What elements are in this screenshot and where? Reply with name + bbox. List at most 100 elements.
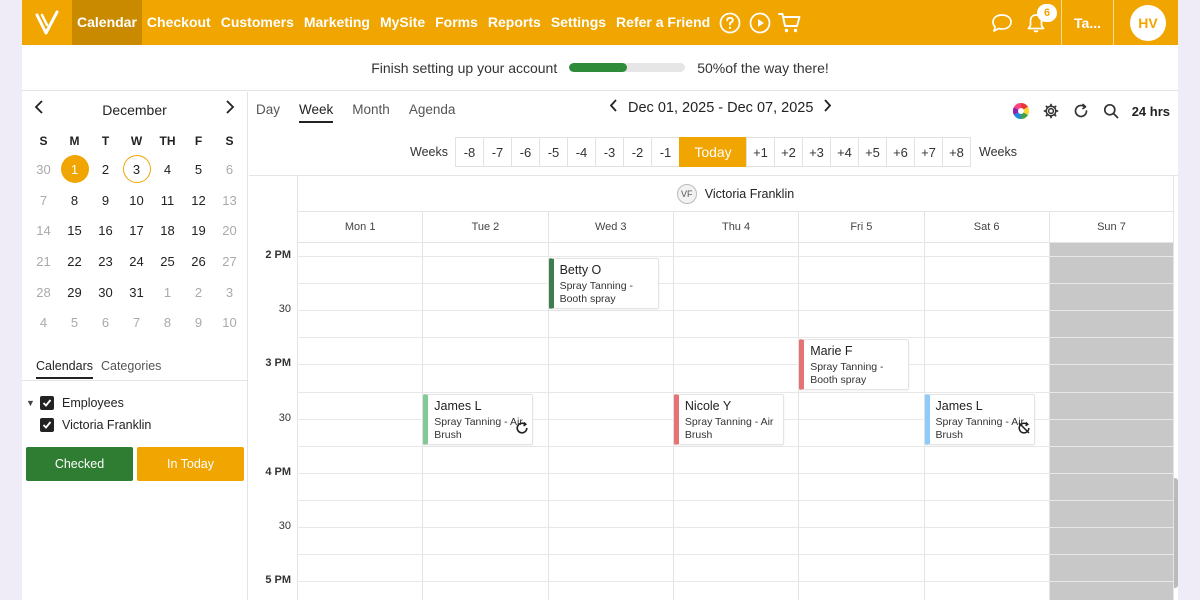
mini-calendar-day[interactable]: 30 [28, 154, 59, 185]
day-header[interactable]: Sun 7 [1048, 212, 1175, 243]
prev-month-button[interactable] [34, 100, 44, 119]
mini-calendar-day[interactable]: 9 [183, 307, 214, 338]
mini-calendar-day[interactable]: 7 [121, 307, 152, 338]
notifications-button[interactable]: 6 [1019, 0, 1058, 45]
mini-calendar-day[interactable]: 24 [121, 246, 152, 277]
mini-calendar-day[interactable]: 5 [183, 154, 214, 185]
week-jump-forward-button[interactable]: +6 [886, 137, 915, 167]
week-jump-back-button[interactable]: -5 [539, 137, 568, 167]
nav-item-forms[interactable]: Forms [430, 0, 483, 45]
day-column[interactable] [1048, 243, 1175, 600]
week-jump-forward-button[interactable]: +4 [830, 137, 859, 167]
week-jump-back-button[interactable]: -7 [483, 137, 512, 167]
employees-group-row[interactable]: ▼ Employees [26, 392, 151, 414]
search-button[interactable] [1096, 101, 1126, 121]
mini-calendar-day[interactable]: 27 [214, 246, 245, 277]
mini-calendar-day[interactable]: 26 [183, 246, 214, 277]
mini-calendar-day[interactable]: 23 [90, 246, 121, 277]
mini-calendar-day[interactable]: 22 [59, 246, 90, 277]
mini-calendar-day[interactable]: 3 [121, 154, 152, 185]
week-today-button[interactable]: Today [679, 137, 747, 167]
appointment-card[interactable]: James L Spray Tanning - Air Brush [924, 393, 1035, 445]
mini-calendar-day[interactable]: 6 [90, 307, 121, 338]
mini-calendar-day[interactable]: 29 [59, 277, 90, 308]
mini-calendar-day[interactable]: 19 [183, 215, 214, 246]
nav-item-customers[interactable]: Customers [216, 0, 299, 45]
day-column[interactable] [297, 243, 422, 600]
mini-calendar-day[interactable]: 7 [28, 185, 59, 216]
user-avatar[interactable]: HV [1130, 4, 1166, 41]
chat-button[interactable] [985, 0, 1019, 45]
appointment-card[interactable]: Nicole Y Spray Tanning - Air Brush [673, 393, 784, 445]
mini-calendar-day[interactable]: 9 [90, 185, 121, 216]
settings-button[interactable] [1036, 101, 1066, 121]
mini-calendar-day[interactable]: 10 [121, 185, 152, 216]
week-jump-back-button[interactable]: -6 [511, 137, 540, 167]
mini-calendar-day[interactable]: 2 [90, 154, 121, 185]
week-jump-back-button[interactable]: -8 [455, 137, 484, 167]
week-jump-forward-button[interactable]: +7 [914, 137, 943, 167]
mini-calendar-day[interactable]: 17 [121, 215, 152, 246]
mini-calendar-day[interactable]: 16 [90, 215, 121, 246]
mini-calendar-day[interactable]: 21 [28, 246, 59, 277]
date-range-label[interactable]: Dec 01, 2025 - Dec 07, 2025 [628, 100, 813, 116]
next-week-button[interactable] [823, 99, 832, 116]
mini-calendar-day[interactable]: 28 [28, 277, 59, 308]
tab-calendars[interactable]: Calendars [36, 359, 93, 379]
checked-button[interactable]: Checked [26, 447, 133, 481]
day-header[interactable]: Thu 4 [672, 212, 799, 243]
mini-calendar-day[interactable]: 3 [214, 277, 245, 308]
mini-calendar-day[interactable]: 8 [152, 307, 183, 338]
mini-calendar-day[interactable]: 18 [152, 215, 183, 246]
mini-calendar-day[interactable]: 4 [152, 154, 183, 185]
mini-calendar-day[interactable]: 31 [121, 277, 152, 308]
hours-toggle[interactable]: 24 hrs [1132, 104, 1170, 119]
in-today-button[interactable]: In Today [137, 447, 244, 481]
mini-calendar-day[interactable]: 11 [152, 185, 183, 216]
mini-calendar-day[interactable]: 12 [183, 185, 214, 216]
color-picker-button[interactable] [1006, 101, 1036, 121]
mini-calendar-day[interactable]: 2 [183, 277, 214, 308]
nav-item-refer-a-friend[interactable]: Refer a Friend [611, 0, 715, 45]
mini-calendar-day[interactable]: 5 [59, 307, 90, 338]
mini-calendar-day[interactable]: 14 [28, 215, 59, 246]
week-jump-forward-button[interactable]: +3 [802, 137, 831, 167]
cart-button[interactable] [775, 0, 805, 45]
tab-categories[interactable]: Categories [101, 359, 161, 379]
mini-calendar-day[interactable]: 4 [28, 307, 59, 338]
employee-row[interactable]: Victoria Franklin [26, 414, 151, 436]
week-jump-back-button[interactable]: -1 [651, 137, 680, 167]
mini-calendar-day[interactable]: 30 [90, 277, 121, 308]
help-button[interactable] [715, 0, 745, 45]
week-jump-forward-button[interactable]: +2 [774, 137, 803, 167]
next-month-button[interactable] [225, 100, 235, 119]
week-jump-forward-button[interactable]: +5 [858, 137, 887, 167]
mini-calendar-day[interactable]: 15 [59, 215, 90, 246]
day-column[interactable] [798, 243, 923, 600]
week-jump-back-button[interactable]: -4 [567, 137, 596, 167]
view-tab-agenda[interactable]: Agenda [409, 102, 456, 123]
day-header[interactable]: Sat 6 [923, 212, 1049, 243]
week-jump-back-button[interactable]: -3 [595, 137, 624, 167]
day-header[interactable]: Tue 2 [422, 212, 548, 243]
nav-item-calendar[interactable]: Calendar [72, 0, 142, 45]
view-tab-day[interactable]: Day [256, 102, 280, 123]
mini-calendar-day[interactable]: 25 [152, 246, 183, 277]
employees-checkbox[interactable] [40, 396, 54, 410]
mini-calendar-day[interactable]: 1 [59, 154, 90, 185]
mini-calendar-day[interactable]: 8 [59, 185, 90, 216]
video-tutorial-button[interactable] [745, 0, 775, 45]
view-tab-week[interactable]: Week [299, 102, 334, 123]
nav-item-mysite[interactable]: MySite [375, 0, 430, 45]
week-jump-forward-button[interactable]: +8 [942, 137, 971, 167]
day-header[interactable]: Wed 3 [547, 212, 673, 243]
nav-item-settings[interactable]: Settings [546, 0, 611, 45]
week-jump-back-button[interactable]: -2 [623, 137, 652, 167]
nav-item-reports[interactable]: Reports [483, 0, 546, 45]
nav-item-checkout[interactable]: Checkout [142, 0, 216, 45]
appointment-card[interactable]: Marie F Spray Tanning - Booth spray [799, 339, 910, 391]
day-header[interactable]: Mon 1 [297, 212, 423, 243]
mini-calendar-day[interactable]: 10 [214, 307, 245, 338]
refresh-button[interactable] [1066, 101, 1096, 121]
appointment-card[interactable]: Betty O Spray Tanning - Booth spray [548, 258, 659, 309]
